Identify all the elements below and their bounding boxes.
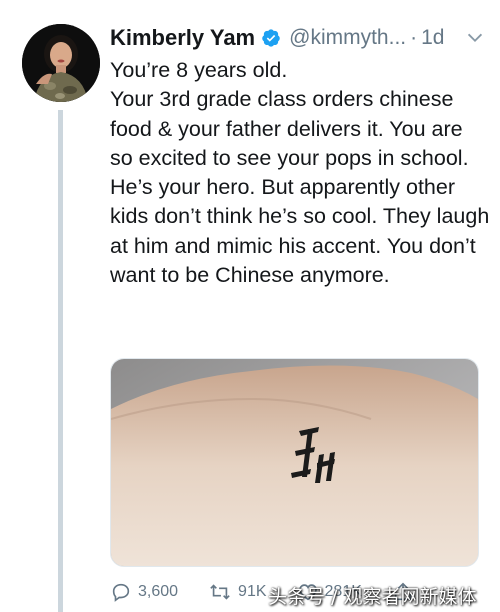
avatar[interactable] bbox=[22, 24, 100, 102]
tweet-header: Kimberly Yam @kimmyth... · 1d bbox=[110, 22, 486, 54]
retweet-icon bbox=[210, 584, 230, 600]
tweet-text-line: You’re 8 years old. bbox=[110, 58, 288, 82]
tweet[interactable]: Kimberly Yam @kimmyth... · 1d You’re 8 y… bbox=[0, 0, 500, 612]
retweet-button[interactable]: 91K bbox=[208, 581, 267, 603]
reply-count: 3,600 bbox=[138, 583, 179, 600]
reply-icon bbox=[112, 583, 130, 602]
separator-dot: · bbox=[410, 26, 418, 49]
tweet-text-line: Your 3rd grade class orders chinese food… bbox=[110, 87, 490, 288]
timestamp[interactable]: 1d bbox=[421, 26, 444, 50]
author-name[interactable]: Kimberly Yam bbox=[110, 25, 255, 51]
chevron-down-icon[interactable] bbox=[464, 27, 486, 49]
author-handle[interactable]: @kimmyth... bbox=[289, 26, 406, 50]
tweet-text: You’re 8 years old. Your 3rd grade class… bbox=[110, 56, 490, 290]
verified-badge-icon bbox=[262, 29, 280, 47]
wrist-tattoo-photo bbox=[111, 359, 478, 566]
watermark: 头条号 / 观察者网新媒体 bbox=[268, 586, 477, 608]
avatar-photo bbox=[22, 24, 100, 102]
tweet-photo[interactable] bbox=[110, 358, 479, 567]
reply-button[interactable]: 3,600 bbox=[110, 581, 178, 603]
thread-line bbox=[58, 110, 63, 612]
retweet-count: 91K bbox=[238, 583, 267, 600]
